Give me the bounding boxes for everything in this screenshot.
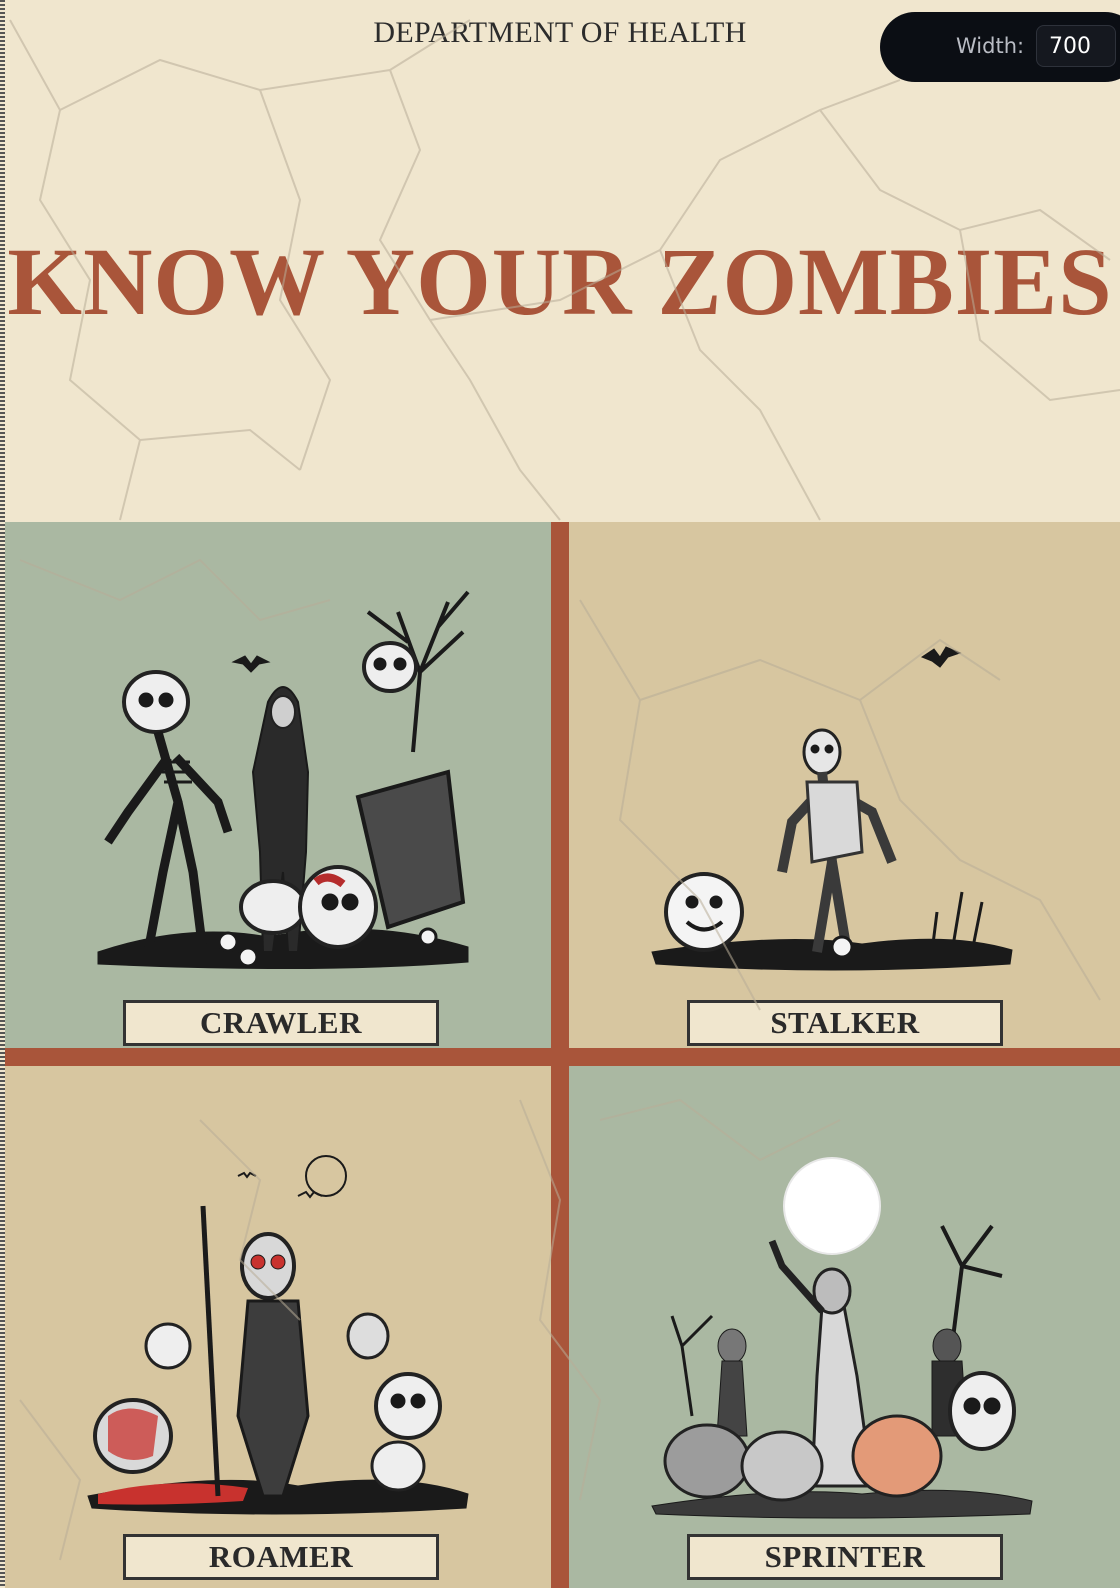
skeleton-zombies-illustration (97, 590, 470, 970)
zombie-label: ROAMER (123, 1534, 439, 1580)
page-title: KNOW YOUR ZOMBIES (7, 228, 1113, 335)
zombie-card-crawler: CRAWLER (5, 522, 551, 1048)
zombie-card-sprinter: SPRINTER (569, 1066, 1120, 1588)
page-edge-border (0, 0, 5, 1588)
width-input[interactable]: 700 (1036, 25, 1116, 67)
zombie-label: CRAWLER (123, 1000, 439, 1046)
zombie-card-roamer: ROAMER (5, 1066, 551, 1588)
pumpkin-zombies-illustration (651, 1157, 1033, 1519)
zombie-label: STALKER (687, 1000, 1003, 1046)
lone-zombie-illustration (651, 646, 1013, 971)
width-label: Width: (956, 34, 1025, 58)
zombie-horde-illustration (87, 1155, 469, 1515)
zombie-label: SPRINTER (687, 1534, 1003, 1580)
zombie-grid: CRAWLER STALKER ROAMER SPRINTER (5, 522, 1120, 1588)
zombie-card-stalker: STALKER (569, 522, 1120, 1048)
width-control: Width: 700 (880, 12, 1120, 82)
